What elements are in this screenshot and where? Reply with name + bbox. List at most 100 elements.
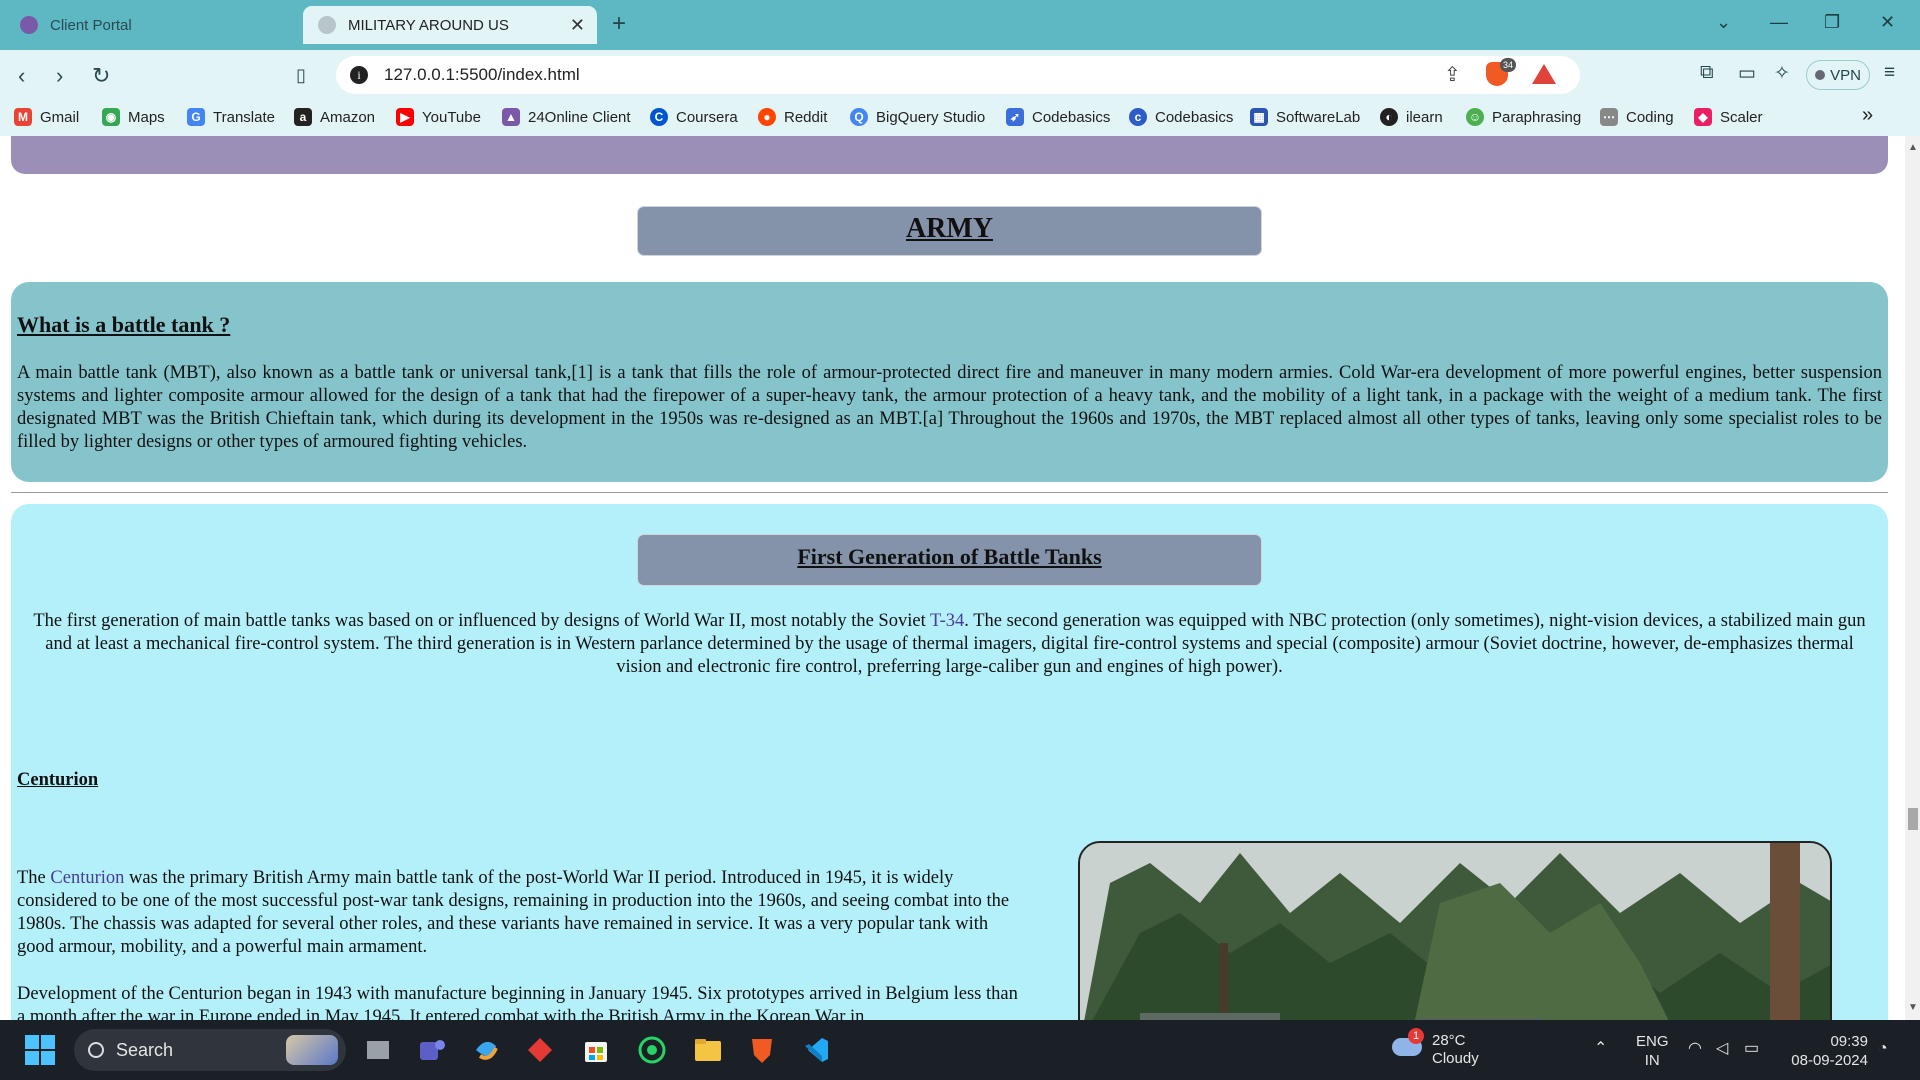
bookmark-label: ilearn <box>1406 108 1443 126</box>
bookmark-coding[interactable]: ⋯ Coding <box>1600 108 1674 126</box>
24online-icon: ▲ <box>502 108 520 126</box>
teams-icon <box>420 1040 445 1060</box>
centurion-paragraph-1: The Centurion was the primary British Ar… <box>17 867 1027 959</box>
extensions-icon[interactable]: ⧉ <box>1700 62 1714 84</box>
bookmark-translate[interactable]: G Translate <box>187 108 275 126</box>
store-button[interactable] <box>576 1030 616 1070</box>
app-button-red[interactable] <box>520 1030 560 1070</box>
bookmark-label: Maps <box>128 108 165 126</box>
bookmark-bigquery[interactable]: Q BigQuery Studio <box>850 108 985 126</box>
bookmark-label: Gmail <box>40 108 80 126</box>
teams-button[interactable] <box>412 1030 452 1070</box>
first-generation-heading-box: First Generation of Battle Tanks <box>637 534 1262 586</box>
new-tab-icon[interactable]: + <box>612 10 626 38</box>
language-code: ENG <box>1636 1033 1669 1050</box>
file-explorer-button[interactable] <box>688 1030 728 1070</box>
page-scrollbar[interactable]: ▲ ▼ <box>1905 136 1920 1020</box>
weather-alert-badge: 1 <box>1408 1028 1424 1044</box>
bookmark-label: YouTube <box>422 108 481 126</box>
bookmarks-bar: M Gmail ◉ Maps G Translate a Amazon ▶ YouTube… <box>0 100 1920 136</box>
search-label: Search <box>116 1039 174 1060</box>
tab-military-around-us[interactable]: MILITARY AROUND US ✕ <box>303 6 597 44</box>
back-icon[interactable]: ‹ <box>18 63 25 89</box>
battery-icon[interactable]: ▭ <box>1744 1038 1759 1058</box>
search-highlight-icon <box>286 1035 338 1065</box>
brave-rewards-icon[interactable] <box>1532 64 1556 84</box>
restore-window-icon[interactable]: ❐ <box>1824 12 1840 33</box>
bookmark-gmail[interactable]: M Gmail <box>14 108 79 126</box>
army-heading: ARMY <box>905 213 994 244</box>
search-icon <box>88 1042 104 1058</box>
volume-icon[interactable]: ◁ <box>1716 1038 1728 1058</box>
brave-browser-button[interactable] <box>742 1030 782 1070</box>
bookmark-softwarelab[interactable]: ▦ SoftwareLab <box>1250 108 1360 126</box>
forward-icon[interactable]: › <box>56 63 63 89</box>
bookmark-label: Reddit <box>784 108 828 126</box>
bookmark-coursera[interactable]: C Coursera <box>650 108 738 126</box>
tab-client-portal[interactable]: Client Portal <box>10 6 290 44</box>
bookmark-page-icon[interactable]: ▯ <box>296 65 306 86</box>
bookmark-maps[interactable]: ◉ Maps <box>102 108 165 126</box>
scroll-down-icon[interactable]: ▼ <box>1908 1002 1918 1013</box>
task-view-icon <box>367 1041 389 1059</box>
section-divider <box>11 492 1888 493</box>
tab-label: MILITARY AROUND US <box>348 16 509 34</box>
menu-icon[interactable]: ≡ <box>1884 62 1895 84</box>
army-heading-box: ARMY <box>637 206 1262 256</box>
vpn-button[interactable]: VPN <box>1806 60 1870 90</box>
globe-favicon-icon <box>318 16 336 34</box>
copilot-icon <box>476 1041 498 1060</box>
bookmark-24online[interactable]: ▲ 24Online Client <box>502 108 631 126</box>
brave-browser-icon <box>752 1039 772 1063</box>
t34-link[interactable]: T-34 <box>930 611 964 631</box>
start-button[interactable] <box>20 1030 60 1070</box>
url-text[interactable]: 127.0.0.1:5500/index.html <box>384 65 580 85</box>
codebasics-icon: c <box>1129 108 1147 126</box>
bookmark-codebasics-2[interactable]: c Codebasics <box>1129 108 1233 126</box>
paraphrasing-icon: ☺ <box>1466 108 1484 126</box>
bookmark-reddit[interactable]: ● Reddit <box>758 108 827 126</box>
bookmark-scaler[interactable]: ◆ Scaler <box>1694 108 1763 126</box>
more-bookmarks-icon[interactable]: » <box>1862 104 1873 127</box>
system-clock[interactable]: 09:39 08-09-2024 <box>1788 1032 1868 1070</box>
centurion-link[interactable]: Centurion <box>50 868 124 888</box>
bookmark-paraphrasing[interactable]: ☺ Paraphrasing <box>1466 108 1581 126</box>
show-hidden-icons-chevron-icon[interactable]: ⌃ <box>1594 1038 1607 1058</box>
text-segment: The first generation of main battle tank… <box>33 611 931 631</box>
vscode-button[interactable] <box>796 1030 836 1070</box>
bookmark-amazon[interactable]: a Amazon <box>294 108 375 126</box>
taskbar-search[interactable]: Search <box>74 1029 346 1071</box>
browser-tab-bar: Client Portal MILITARY AROUND US ✕ + ⌄ —… <box>0 0 1920 50</box>
first-generation-description: The first generation of main battle tank… <box>22 610 1877 679</box>
scrollbar-thumb[interactable] <box>1908 808 1918 830</box>
battle-tank-section: What is a battle tank ? A main battle ta… <box>11 282 1888 482</box>
bookmark-ilearn[interactable]: ◐ ilearn <box>1380 108 1443 126</box>
bookmark-youtube[interactable]: ▶ YouTube <box>396 108 481 126</box>
minimize-window-icon[interactable]: — <box>1770 12 1788 33</box>
bookmark-codebasics[interactable]: ➶ Codebasics <box>1006 108 1110 126</box>
site-info-icon[interactable]: i <box>350 66 368 84</box>
scroll-up-icon[interactable]: ▲ <box>1908 142 1918 153</box>
wifi-icon[interactable]: ◠ <box>1688 1038 1702 1058</box>
notification-bell-icon[interactable]: ◔ <box>1878 1040 1888 1058</box>
share-icon[interactable]: ⇪ <box>1444 62 1461 87</box>
whatsapp-button[interactable] <box>632 1030 672 1070</box>
ilearn-icon: ◐ <box>1380 108 1398 126</box>
task-view-button[interactable] <box>358 1030 398 1070</box>
tab-search-chevron-icon[interactable]: ⌄ <box>1716 12 1731 33</box>
reload-icon[interactable]: ↻ <box>92 63 110 89</box>
bookmark-label: Codebasics <box>1155 108 1234 126</box>
close-window-icon[interactable]: ✕ <box>1880 12 1895 33</box>
maps-icon: ◉ <box>102 108 120 126</box>
client-portal-favicon-icon <box>20 16 38 34</box>
address-bar[interactable]: i 127.0.0.1:5500/index.html ⇪ 34 <box>336 56 1580 94</box>
close-tab-icon[interactable]: ✕ <box>570 15 585 36</box>
language-indicator[interactable]: ENG IN <box>1636 1032 1669 1070</box>
copilot-button[interactable] <box>466 1030 506 1070</box>
header-banner <box>11 136 1888 174</box>
gmail-icon: M <box>14 108 32 126</box>
text-segment: was the primary British Army main battle… <box>17 868 1010 957</box>
leo-ai-icon[interactable]: ✧ <box>1774 62 1790 85</box>
wallet-icon[interactable]: ▭ <box>1738 62 1756 85</box>
translate-icon: G <box>187 108 205 126</box>
